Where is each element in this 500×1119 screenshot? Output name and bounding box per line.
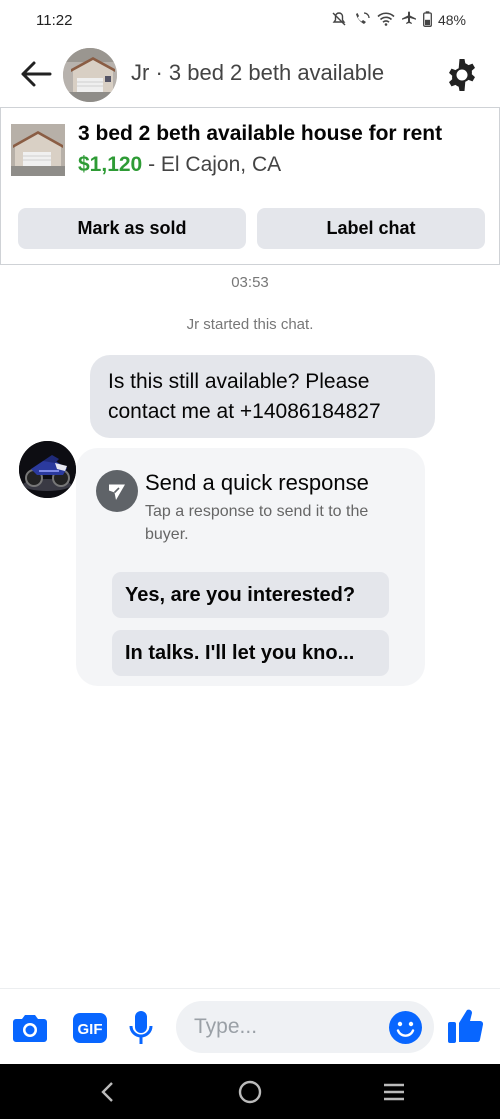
quick-response-icon (96, 470, 138, 512)
message-composer: GIF (0, 988, 500, 1064)
quick-reply-button[interactable]: Yes, are you interested? (112, 572, 389, 618)
battery-percent: 48% (437, 12, 466, 28)
quick-response-subtitle: Tap a response to send it to the buyer. (145, 503, 369, 543)
menu-lines-icon (384, 1083, 404, 1101)
gif-button[interactable]: GIF (72, 1010, 108, 1046)
quick-response-card: Send a quick response Tap a response to … (76, 448, 425, 686)
mark-as-sold-button[interactable]: Mark as sold (18, 208, 246, 249)
house-photo-icon (11, 124, 65, 176)
microphone-icon (129, 1011, 153, 1044)
status-time: 11:22 (36, 11, 73, 29)
message-bubble[interactable]: Is this still available? Please contact … (90, 355, 435, 438)
nav-back-button[interactable] (88, 1074, 128, 1110)
chat-timestamp: 03:53 (231, 274, 269, 291)
nav-recents-button[interactable] (374, 1074, 414, 1110)
chat-title[interactable]: Jr · 3 bed 2 beth available (131, 60, 384, 86)
motorcycle-photo-icon (19, 441, 76, 498)
home-circle-icon (238, 1080, 262, 1104)
status-bar: 11:22 48% (0, 0, 500, 40)
listing-location: El Cajon, CA (160, 153, 282, 176)
gif-icon: GIF (73, 1013, 107, 1043)
microphone-button[interactable] (126, 1008, 156, 1048)
chevron-left-icon (101, 1082, 113, 1102)
nav-home-button[interactable] (230, 1074, 270, 1110)
label-chat-button[interactable]: Label chat (257, 208, 485, 249)
back-button[interactable] (16, 56, 56, 92)
listing-thumbnail[interactable] (11, 124, 65, 176)
listing-meta: $1,120 - El Cajon, CA (78, 153, 281, 177)
smiley-icon (389, 1011, 422, 1044)
listing-title[interactable]: 3 bed 2 beth available house for rent (78, 122, 442, 146)
quick-reply-button[interactable]: In talks. I'll let you kno... (112, 630, 389, 676)
settings-button[interactable] (442, 56, 482, 96)
gear-icon (449, 59, 475, 91)
system-nav-bar (0, 1064, 500, 1119)
camera-button[interactable] (12, 1010, 48, 1046)
listing-avatar[interactable] (63, 48, 117, 102)
listing-price: $1,120 (78, 153, 143, 176)
system-message: Jr started this chat. (186, 316, 314, 333)
like-button[interactable] (446, 1006, 486, 1046)
status-icons: 48% (331, 11, 466, 29)
emoji-button[interactable] (388, 1010, 423, 1045)
thumbs-up-icon (448, 1009, 484, 1043)
mute-icon (331, 11, 347, 29)
quick-response-title: Send a quick response (145, 470, 369, 495)
listing-card: 3 bed 2 beth available house for rent $1… (0, 107, 500, 265)
chat-header: Jr · 3 bed 2 beth available (0, 44, 500, 106)
back-arrow-icon (21, 61, 52, 87)
svg-text:GIF: GIF (78, 1021, 103, 1038)
wifi-icon (377, 12, 395, 28)
battery-icon (423, 11, 432, 29)
house-photo-icon (63, 48, 117, 102)
camera-icon (13, 1015, 47, 1042)
listing-separator: - (142, 153, 161, 176)
wifi-calling-icon (353, 11, 371, 29)
sender-avatar[interactable] (19, 441, 76, 498)
airplane-icon (401, 11, 417, 29)
